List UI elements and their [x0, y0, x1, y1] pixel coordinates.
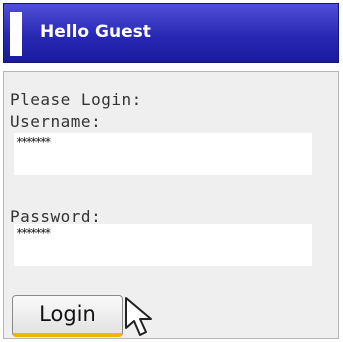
password-field[interactable]: ******* — [14, 224, 312, 266]
username-label: Username: — [10, 112, 102, 131]
login-widget: Hello Guest Please Login: Username: ****… — [3, 3, 339, 339]
greeting-title: Hello Guest — [40, 22, 151, 42]
password-value: ******* — [16, 226, 52, 240]
login-form: Please Login: Username: ******* Password… — [3, 71, 339, 339]
login-button[interactable]: Login — [12, 295, 123, 337]
username-field[interactable]: ******* — [14, 133, 312, 175]
header-accent-bar — [10, 12, 22, 56]
arrow-cursor-icon — [125, 297, 152, 336]
login-prompt: Please Login: — [10, 90, 142, 109]
username-value: ******* — [16, 135, 52, 149]
greeting-header: Hello Guest — [3, 3, 339, 63]
